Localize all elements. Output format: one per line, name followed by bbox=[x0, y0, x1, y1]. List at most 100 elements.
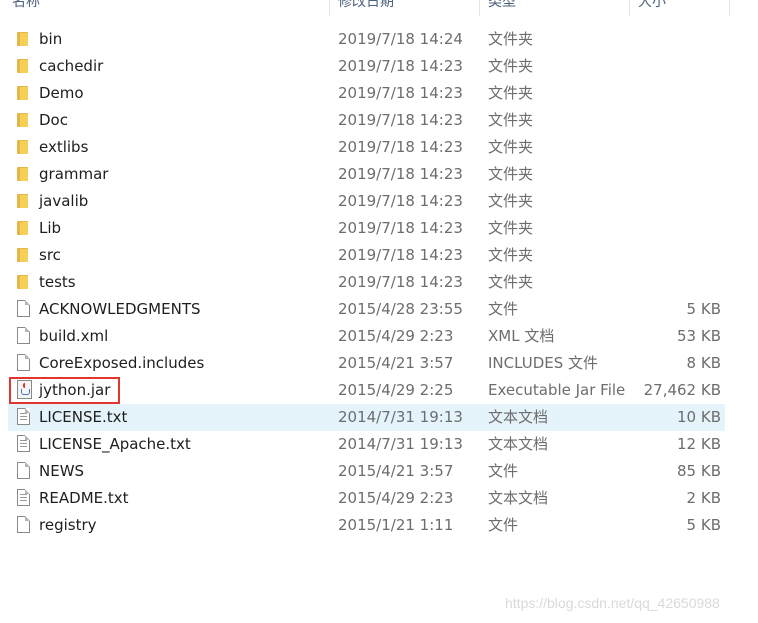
file-name: cachedir bbox=[39, 57, 104, 75]
file-name: build.xml bbox=[39, 327, 109, 345]
file-date: 2019/7/18 14:23 bbox=[338, 165, 463, 183]
file-name: bin bbox=[39, 30, 63, 48]
file-name: javalib bbox=[39, 192, 89, 210]
file-size: 5 KB bbox=[686, 516, 721, 534]
file-type: 文件夹 bbox=[488, 30, 534, 48]
folder-icon bbox=[14, 80, 34, 107]
file-type: 文本文档 bbox=[488, 435, 549, 453]
folder-icon bbox=[14, 269, 34, 296]
highlight-box bbox=[9, 377, 120, 404]
file-date: 2015/4/29 2:25 bbox=[338, 381, 454, 399]
file-row[interactable]: README.txt 2015/4/29 2:23 文本文档 2 KB bbox=[0, 485, 758, 512]
file-size: 53 KB bbox=[677, 327, 721, 345]
file-size: 8 KB bbox=[686, 354, 721, 372]
file-row[interactable]: src 2019/7/18 14:23 文件夹 bbox=[0, 242, 758, 269]
folder-icon bbox=[14, 26, 34, 53]
file-name: extlibs bbox=[39, 138, 89, 156]
file-type: 文件夹 bbox=[488, 111, 534, 129]
file-size bbox=[630, 215, 721, 242]
file-row[interactable]: bin 2019/7/18 14:24 文件夹 bbox=[0, 26, 758, 53]
file-date: 2015/4/29 2:23 bbox=[338, 327, 454, 345]
file-date: 2019/7/18 14:23 bbox=[338, 273, 463, 291]
column-date-header[interactable]: 修改日期 bbox=[330, 0, 480, 16]
folder-icon bbox=[14, 188, 34, 215]
file-row[interactable]: grammar 2019/7/18 14:23 文件夹 bbox=[0, 161, 758, 188]
file-name: README.txt bbox=[39, 489, 129, 507]
file-date: 2019/7/18 14:23 bbox=[338, 246, 463, 264]
file-date: 2015/4/21 3:57 bbox=[338, 462, 454, 480]
file-row[interactable]: NEWS 2015/4/21 3:57 文件 85 KB bbox=[0, 458, 758, 485]
file-name: grammar bbox=[39, 165, 109, 183]
file-size: 85 KB bbox=[677, 462, 721, 480]
file-row[interactable]: Demo 2019/7/18 14:23 文件夹 bbox=[0, 80, 758, 107]
folder-icon bbox=[14, 215, 34, 242]
file-size bbox=[630, 80, 721, 107]
file-name: LICENSE_Apache.txt bbox=[39, 435, 191, 453]
file-type: 文件 bbox=[488, 300, 519, 318]
column-name-header[interactable]: 名称 bbox=[0, 0, 330, 16]
file-row[interactable]: LICENSE_Apache.txt 2014/7/31 19:13 文本文档 12 … bbox=[0, 431, 758, 458]
column-header: 名称 修改日期 类型 大小 bbox=[0, 0, 758, 16]
file-size bbox=[630, 161, 721, 188]
file-size: 2 KB bbox=[686, 489, 721, 507]
file-name: registry bbox=[39, 516, 97, 534]
file-type: 文件夹 bbox=[488, 273, 534, 291]
file-date: 2019/7/18 14:23 bbox=[338, 219, 463, 237]
file-size bbox=[630, 242, 721, 269]
file-type: 文件夹 bbox=[488, 219, 534, 237]
file-size: 12 KB bbox=[677, 435, 721, 453]
file-date: 2019/7/18 14:23 bbox=[338, 57, 463, 75]
file-type: 文件夹 bbox=[488, 246, 534, 264]
file-row[interactable]: Doc 2019/7/18 14:23 文件夹 bbox=[0, 107, 758, 134]
file-date: 2015/4/29 2:23 bbox=[338, 489, 454, 507]
folder-icon bbox=[14, 134, 34, 161]
file-type: 文件夹 bbox=[488, 138, 534, 156]
file-list: bin 2019/7/18 14:24 文件夹 cachedir 2019/7/18 1… bbox=[0, 26, 758, 539]
file-row[interactable]: jython.jar 2015/4/29 2:25 Executable Jar F… bbox=[0, 377, 758, 404]
folder-icon bbox=[14, 242, 34, 269]
file-row[interactable]: extlibs 2019/7/18 14:23 文件夹 bbox=[0, 134, 758, 161]
file-type: XML 文档 bbox=[488, 327, 555, 345]
file-row[interactable]: tests 2019/7/18 14:23 文件夹 bbox=[0, 269, 758, 296]
text-document-icon bbox=[14, 404, 34, 431]
column-size-header[interactable]: 大小 bbox=[630, 0, 730, 16]
file-type: 文本文档 bbox=[488, 408, 549, 426]
file-type: 文件夹 bbox=[488, 192, 534, 210]
file-name: Lib bbox=[39, 219, 62, 237]
watermark: https://blog.csdn.net/qq_42650988 bbox=[505, 595, 720, 611]
file-date: 2019/7/18 14:24 bbox=[338, 30, 463, 48]
document-icon bbox=[14, 323, 34, 350]
file-type: Executable Jar File bbox=[488, 381, 626, 399]
file-size bbox=[630, 269, 721, 296]
file-size bbox=[630, 188, 721, 215]
file-name: ACKNOWLEDGMENTS bbox=[39, 300, 201, 318]
file-type: 文件夹 bbox=[488, 84, 534, 102]
file-explorer: 名称 修改日期 类型 大小 bin 2019/7/18 14:24 文件夹 cache… bbox=[0, 0, 758, 623]
file-row[interactable]: build.xml 2015/4/29 2:23 XML 文档 53 KB bbox=[0, 323, 758, 350]
folder-icon bbox=[14, 53, 34, 80]
text-document-icon bbox=[14, 485, 34, 512]
file-row[interactable]: ACKNOWLEDGMENTS 2015/4/28 23:55 文件 5 KB bbox=[0, 296, 758, 323]
file-name: CoreExposed.includes bbox=[39, 354, 205, 372]
file-date: 2019/7/18 14:23 bbox=[338, 192, 463, 210]
file-date: 2015/1/21 1:11 bbox=[338, 516, 454, 534]
document-icon bbox=[14, 296, 34, 323]
file-size bbox=[630, 107, 721, 134]
file-row[interactable]: registry 2015/1/21 1:11 文件 5 KB bbox=[0, 512, 758, 539]
file-size: 5 KB bbox=[686, 300, 721, 318]
document-icon bbox=[14, 458, 34, 485]
file-row[interactable]: LICENSE.txt 2014/7/31 19:13 文本文档 10 KB bbox=[0, 404, 758, 431]
document-icon bbox=[14, 512, 34, 539]
file-row[interactable]: cachedir 2019/7/18 14:23 文件夹 bbox=[0, 53, 758, 80]
file-date: 2014/7/31 19:13 bbox=[338, 435, 463, 453]
file-size: 10 KB bbox=[677, 408, 721, 426]
file-date: 2015/4/28 23:55 bbox=[338, 300, 463, 318]
file-row[interactable]: Lib 2019/7/18 14:23 文件夹 bbox=[0, 215, 758, 242]
file-row[interactable]: CoreExposed.includes 2015/4/21 3:57 INCLUD… bbox=[0, 350, 758, 377]
file-row[interactable]: javalib 2019/7/18 14:23 文件夹 bbox=[0, 188, 758, 215]
file-name: tests bbox=[39, 273, 76, 291]
file-type: 文件夹 bbox=[488, 165, 534, 183]
file-size bbox=[630, 134, 721, 161]
column-type-header[interactable]: 类型 bbox=[480, 0, 630, 16]
file-date: 2019/7/18 14:23 bbox=[338, 84, 463, 102]
